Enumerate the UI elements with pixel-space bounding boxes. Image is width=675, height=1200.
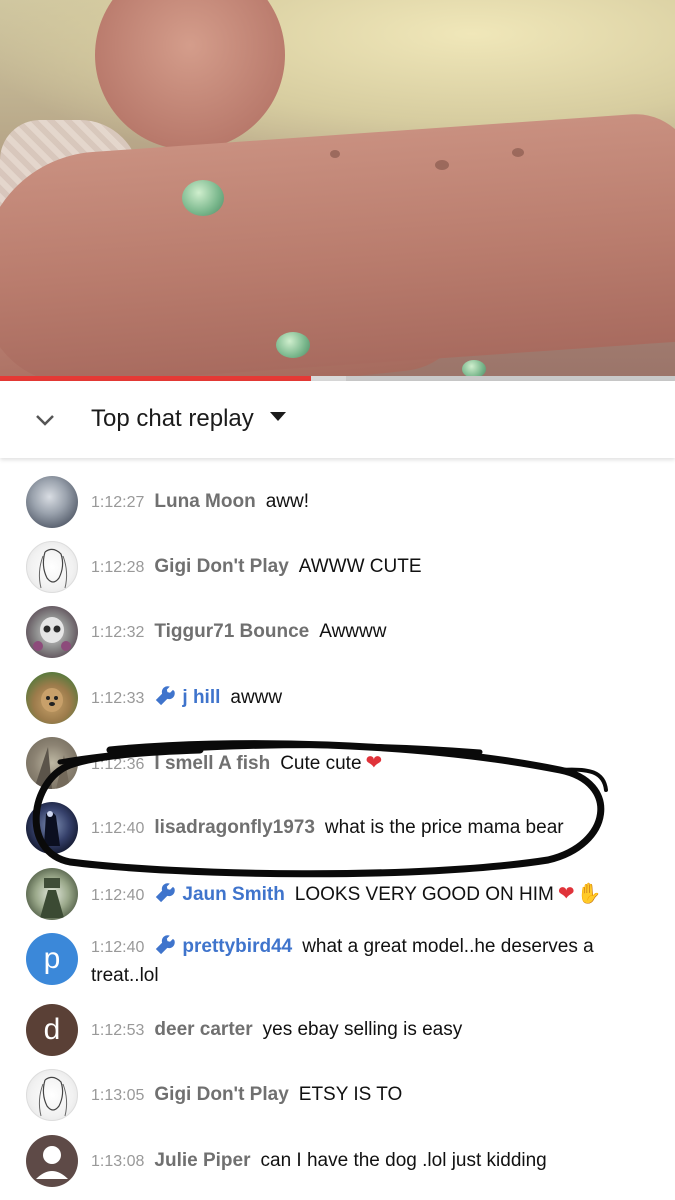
message-author[interactable]: Jaun Smith: [182, 884, 284, 905]
message-text: can I have the dog .lol just kidding: [260, 1150, 547, 1171]
figure-silhouette-icon: [44, 811, 60, 846]
chat-message-list[interactable]: 1:12:27 Luna Moon aww! 1:12:28 Gigi Don't P…: [0, 458, 675, 1200]
person-icon: [36, 1146, 68, 1179]
message-author[interactable]: deer carter: [154, 1019, 252, 1040]
message-timestamp: 1:12:32: [91, 624, 145, 641]
soldier-avatar[interactable]: [26, 868, 78, 920]
sketch-avatar[interactable]: [26, 541, 78, 593]
fish-avatar[interactable]: [26, 737, 78, 789]
message-timestamp: 1:12:53: [91, 1022, 145, 1039]
dog-avatar[interactable]: [26, 672, 78, 724]
avatar-letter: d: [43, 1013, 61, 1046]
message-text: ETSY IS TO: [298, 1084, 403, 1105]
message-timestamp: 1:12:33: [91, 690, 145, 707]
sketch-portrait-icon: [38, 548, 68, 589]
sketch-avatar[interactable]: [26, 1069, 78, 1121]
sketch-portrait-icon: [38, 1076, 68, 1117]
soldier-icon: [40, 878, 64, 918]
message-timestamp: 1:12:40: [91, 820, 145, 837]
bracelet-bead: [276, 332, 310, 358]
video-player[interactable]: [0, 0, 675, 380]
message-text: aww!: [265, 491, 309, 512]
message-timestamp: 1:12:36: [91, 756, 145, 773]
message-text: AWWW CUTE: [298, 556, 422, 577]
moon-avatar[interactable]: [26, 476, 78, 528]
message-author[interactable]: Gigi Don't Play: [154, 556, 288, 577]
skull-icon: [33, 617, 71, 651]
red-heart-icon: ❤: [557, 883, 575, 905]
message-author[interactable]: prettybird44: [182, 936, 292, 957]
message-text: Cute cute: [280, 753, 362, 774]
message-author[interactable]: lisadragonfly1973: [154, 817, 315, 838]
message-timestamp: 1:13:05: [91, 1087, 145, 1104]
message-text: yes ebay selling is easy: [262, 1019, 463, 1040]
message-author[interactable]: Luna Moon: [154, 491, 255, 512]
message-timestamp: 1:12:28: [91, 559, 145, 576]
message-author[interactable]: Julie Piper: [154, 1150, 250, 1171]
letter-avatar[interactable]: p: [26, 933, 78, 985]
message-author[interactable]: j hill: [182, 687, 220, 708]
message-text: Awwww: [319, 621, 387, 642]
default-avatar[interactable]: [26, 1135, 78, 1187]
night-avatar[interactable]: [26, 802, 78, 854]
avatar-letter: p: [43, 942, 61, 975]
message-author[interactable]: Gigi Don't Play: [154, 1084, 288, 1105]
skin-spot: [512, 148, 524, 157]
wrench-icon: [156, 686, 176, 706]
message-author[interactable]: Tiggur71 Bounce: [154, 621, 309, 642]
red-heart-icon: ❤: [365, 752, 383, 774]
message-author[interactable]: I smell A fish: [154, 753, 270, 774]
message-timestamp: 1:12:27: [91, 494, 145, 511]
wrench-icon: [156, 935, 176, 955]
skull-avatar[interactable]: [26, 606, 78, 658]
caret-down-icon[interactable]: [270, 412, 286, 421]
message-timestamp: 1:12:40: [91, 939, 145, 956]
wrench-icon: [156, 883, 176, 903]
letter-avatar[interactable]: d: [26, 1004, 78, 1056]
dog-icon: [41, 688, 63, 712]
tree-photo-icon: [34, 747, 70, 789]
bracelet-bead: [182, 180, 224, 216]
chat-mode-title[interactable]: Top chat replay: [91, 405, 254, 433]
chevron-down-icon[interactable]: [30, 405, 60, 435]
chat-header: Top chat replay: [0, 381, 675, 458]
message-text: LOOKS VERY GOOD ON HIM: [294, 884, 554, 905]
message-timestamp: 1:13:08: [91, 1153, 145, 1170]
message-text: what is the price mama bear: [324, 817, 564, 838]
thumbs-up-icon: ✋: [576, 883, 602, 905]
message-timestamp: 1:12:40: [91, 887, 145, 904]
message-text: awww: [230, 687, 283, 708]
skin-spot: [330, 150, 340, 158]
skin-spot: [435, 160, 449, 170]
